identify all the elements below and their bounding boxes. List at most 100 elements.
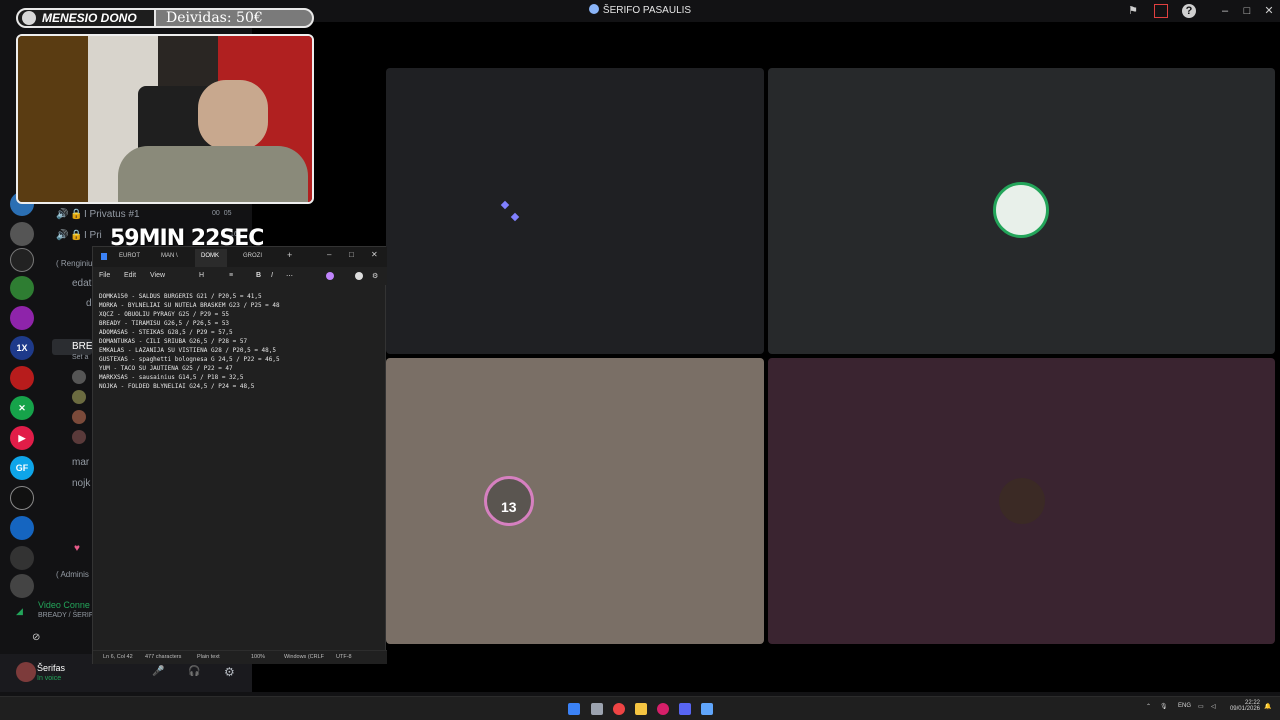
- notepad-line[interactable]: ADOMASAS - STEIKAS G28,5 / P29 = 57,5: [99, 328, 383, 337]
- inbox-icon[interactable]: [1154, 4, 1168, 18]
- notepad-line[interactable]: YUM - TACO SU JAUTIENA G25 / P22 = 47: [99, 364, 383, 373]
- avatar: [993, 182, 1049, 238]
- tab-active[interactable]: DOMK: [201, 253, 219, 259]
- line-ending: Windows (CRLF: [284, 654, 325, 660]
- server-icon[interactable]: [10, 546, 34, 570]
- bold-icon[interactable]: B: [256, 272, 261, 279]
- lock-icon: 🔒: [70, 209, 83, 220]
- app-icon[interactable]: [657, 703, 669, 715]
- headphones-icon[interactable]: 🎧: [188, 666, 200, 677]
- notepad-icon[interactable]: [701, 703, 713, 715]
- encoding: UTF-8: [336, 654, 352, 660]
- server-icon[interactable]: [10, 574, 34, 598]
- tab[interactable]: GROZI: [243, 253, 262, 259]
- notepad-window[interactable]: EUROT MAN \ DOMK GROZI + – □ ✕ File Edit…: [92, 246, 387, 664]
- chevron-up-icon[interactable]: ⌃: [1146, 703, 1151, 710]
- notepad-line[interactable]: DOMANTUKAS - CILI SRIUBA G26,5 / P28 = 5…: [99, 337, 383, 346]
- language-indicator[interactable]: ENG: [1178, 703, 1191, 709]
- list-icon[interactable]: ≡: [229, 272, 233, 279]
- server-icon[interactable]: [10, 222, 34, 246]
- category-label[interactable]: ( Adminis: [56, 570, 89, 579]
- close-icon[interactable]: ✕: [1262, 4, 1276, 18]
- minimize-icon[interactable]: –: [327, 250, 331, 259]
- server-icon[interactable]: 1X: [10, 336, 34, 360]
- account-icon[interactable]: [355, 272, 363, 280]
- folder-icon[interactable]: [635, 703, 647, 715]
- voice-channel[interactable]: 🔊 🔒 I Privatus #1: [56, 209, 140, 220]
- notepad-line[interactable]: MARKXSAS - sausainius G14,5 / P18 = 32,5: [99, 373, 383, 382]
- notepad-line[interactable]: GUSTEXAS - spaghetti bolognesa G 24,5 / …: [99, 355, 383, 364]
- new-tab-button[interactable]: +: [287, 250, 292, 260]
- discord-icon[interactable]: [679, 703, 691, 715]
- user-status: In voice: [37, 675, 62, 682]
- video-connected-sub: BREADY / ŠERIF: [38, 612, 94, 619]
- network-icon[interactable]: ▭: [1198, 703, 1204, 710]
- video-tile[interactable]: 13: [386, 358, 764, 644]
- notepad-line[interactable]: MORKA - BYLNELIAI SU NUTELA BRASKEM G23 …: [99, 301, 383, 310]
- server-icon[interactable]: [10, 486, 34, 510]
- notepad-line[interactable]: EMKALAS - LAZANIJA SU VISTIENA G28 / P20…: [99, 346, 383, 355]
- gear-icon[interactable]: ⚙: [372, 272, 378, 280]
- lock-icon: 🔒: [70, 230, 83, 241]
- avatar[interactable]: [72, 370, 86, 384]
- menu-edit[interactable]: Edit: [124, 272, 136, 279]
- avatar: [999, 478, 1045, 524]
- text-channel[interactable]: d: [86, 298, 92, 309]
- volume-icon[interactable]: ◁: [1211, 703, 1216, 710]
- jersey-number: 13: [501, 499, 517, 515]
- video-tile[interactable]: [386, 68, 764, 354]
- video-connected-label: Video Conne: [38, 600, 90, 610]
- tab[interactable]: MAN \: [161, 253, 178, 259]
- server-icon[interactable]: ▶: [10, 426, 34, 450]
- notification-icon[interactable]: 🔔: [1264, 703, 1271, 710]
- more-icon[interactable]: ⋯: [286, 272, 293, 280]
- avatar[interactable]: [16, 662, 36, 682]
- video-tile[interactable]: [768, 68, 1275, 354]
- heading-icon[interactable]: H: [199, 272, 204, 279]
- voice-channel[interactable]: nojk: [72, 478, 90, 489]
- avatar: 13: [484, 476, 534, 526]
- camera-off-icon[interactable]: ⊘: [32, 632, 40, 643]
- microphone-icon[interactable]: 🎙: [1160, 703, 1168, 710]
- microphone-icon[interactable]: 🎤: [152, 666, 164, 677]
- menu-view[interactable]: View: [150, 272, 165, 279]
- notepad-text[interactable]: DOMKA150 - SALDUS BURGERIS G21 / P20,5 =…: [99, 292, 383, 391]
- text-channel[interactable]: edat: [72, 278, 91, 289]
- donation-banner: Deividas: 50€: [154, 8, 314, 28]
- server-icon[interactable]: [10, 306, 34, 330]
- server-icon[interactable]: GF: [10, 456, 34, 480]
- avatar[interactable]: [72, 390, 86, 404]
- voice-channel[interactable]: mar: [72, 457, 89, 468]
- notepad-line[interactable]: XQCZ - OBUOLIU PYRAGY G25 / P29 = 55: [99, 310, 383, 319]
- copilot-icon[interactable]: [326, 272, 334, 280]
- server-icon[interactable]: [10, 248, 34, 272]
- category-label[interactable]: ( Renginiu: [56, 259, 92, 268]
- server-icon[interactable]: [10, 276, 34, 300]
- avatar[interactable]: [72, 430, 86, 444]
- task-view-icon[interactable]: [591, 703, 603, 715]
- video-tile[interactable]: [768, 358, 1275, 644]
- avatar[interactable]: [72, 410, 86, 424]
- server-icon[interactable]: ✕: [10, 396, 34, 420]
- italic-icon[interactable]: I: [271, 272, 273, 279]
- notepad-line[interactable]: DOMKA150 - SALDUS BURGERIS G21 / P20,5 =…: [99, 292, 383, 301]
- server-icon[interactable]: [10, 516, 34, 540]
- minimize-icon[interactable]: –: [1218, 4, 1232, 18]
- notepad-line[interactable]: BREADY - TIRAMISU G26,5 / P26,5 = 53: [99, 319, 383, 328]
- server-icon[interactable]: [10, 366, 34, 390]
- menu-file[interactable]: File: [99, 272, 110, 279]
- voice-channel[interactable]: 🔊 🔒 I Pri: [56, 230, 102, 241]
- speaker-icon: 🔊: [56, 230, 69, 241]
- windows-icon[interactable]: [568, 703, 580, 715]
- chrome-icon[interactable]: [613, 703, 625, 715]
- maximize-icon[interactable]: □: [1240, 4, 1254, 18]
- notepad-line[interactable]: NOJKA - FOLDED BLYNELIAI G24,5 / P24 = 4…: [99, 382, 383, 391]
- close-icon[interactable]: ✕: [371, 250, 378, 259]
- flag-icon[interactable]: ⚑: [1126, 4, 1140, 18]
- maximize-icon[interactable]: □: [349, 250, 354, 259]
- clock[interactable]: 22:22 09/01/2026: [1228, 700, 1260, 712]
- help-icon[interactable]: ?: [1182, 4, 1196, 18]
- tab[interactable]: EUROT: [119, 253, 140, 259]
- notepad-menu: File Edit View H ≡ B I ⋯ ⚙: [93, 267, 387, 285]
- gear-icon[interactable]: ⚙: [224, 665, 235, 679]
